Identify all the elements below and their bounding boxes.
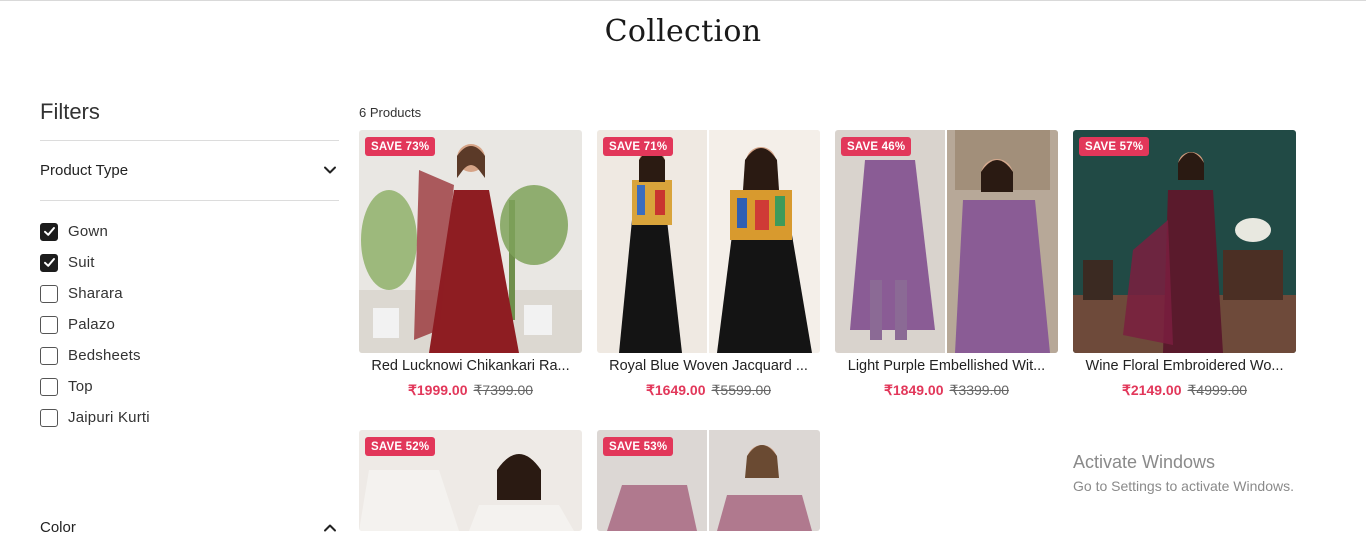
chevron-down-icon bbox=[324, 166, 336, 174]
filter-option-top[interactable]: Top bbox=[40, 371, 330, 402]
product-type-label: Product Type bbox=[40, 161, 129, 179]
check-icon bbox=[43, 258, 55, 267]
divider bbox=[40, 200, 339, 201]
product-price: ₹2149.00 ₹4999.00 bbox=[1073, 382, 1296, 399]
filter-option-suit[interactable]: Suit bbox=[40, 247, 330, 278]
product-card[interactable]: SAVE 52% bbox=[359, 430, 582, 531]
check-icon bbox=[43, 227, 55, 236]
product-card[interactable]: SAVE 53% bbox=[597, 430, 820, 531]
checkbox-checked[interactable] bbox=[40, 253, 58, 272]
filter-option-label: Gown bbox=[68, 223, 108, 240]
product-image[interactable]: SAVE 71% bbox=[597, 130, 820, 353]
filter-option-label: Palazo bbox=[68, 316, 116, 333]
product-card[interactable]: SAVE 46% Light Purple Embellished Wit...… bbox=[835, 130, 1058, 399]
filter-option-label: Sharara bbox=[68, 285, 123, 302]
filter-option-label: Jaipuri Kurti bbox=[68, 409, 150, 426]
compare-price: ₹5599.00 bbox=[711, 382, 772, 398]
compare-price: ₹4999.00 bbox=[1187, 382, 1248, 398]
chevron-up-icon bbox=[324, 524, 336, 532]
sale-price: ₹1649.00 bbox=[645, 382, 706, 398]
sale-price: ₹1849.00 bbox=[883, 382, 944, 398]
product-price: ₹1999.00 ₹7399.00 bbox=[359, 382, 582, 399]
page-title: Collection bbox=[604, 14, 762, 49]
product-title[interactable]: Wine Floral Embroidered Wo... bbox=[1073, 358, 1296, 374]
sale-price: ₹2149.00 bbox=[1121, 382, 1182, 398]
discount-badge: SAVE 53% bbox=[603, 437, 674, 456]
filter-option-gown[interactable]: Gown bbox=[40, 216, 330, 247]
color-filter-label: Color bbox=[40, 519, 76, 536]
top-border bbox=[0, 0, 1366, 1]
discount-badge: SAVE 71% bbox=[603, 137, 674, 156]
filter-option-palazo[interactable]: Palazo bbox=[40, 309, 330, 340]
color-filter-toggle[interactable]: Color bbox=[40, 519, 339, 537]
sale-price: ₹1999.00 bbox=[407, 382, 468, 398]
checkbox-checked[interactable] bbox=[40, 222, 58, 241]
filter-option-label: Suit bbox=[68, 254, 95, 271]
checkbox[interactable] bbox=[40, 408, 58, 427]
product-image[interactable]: SAVE 52% bbox=[359, 430, 582, 531]
product-count: 6 Products bbox=[359, 105, 422, 120]
product-image[interactable]: SAVE 57% bbox=[1073, 130, 1296, 353]
checkbox[interactable] bbox=[40, 346, 58, 365]
product-image[interactable]: SAVE 73% bbox=[359, 130, 582, 353]
product-title[interactable]: Red Lucknowi Chikankari Ra... bbox=[359, 358, 582, 374]
checkbox[interactable] bbox=[40, 284, 58, 303]
product-price: ₹1649.00 ₹5599.00 bbox=[597, 382, 820, 399]
discount-badge: SAVE 73% bbox=[365, 137, 436, 156]
filter-option-sharara[interactable]: Sharara bbox=[40, 278, 330, 309]
filter-option-jaipuri-kurti[interactable]: Jaipuri Kurti bbox=[40, 402, 330, 433]
product-type-toggle[interactable]: Product Type bbox=[40, 158, 339, 182]
product-title[interactable]: Light Purple Embellished Wit... bbox=[835, 358, 1058, 374]
product-title[interactable]: Royal Blue Woven Jacquard ... bbox=[597, 358, 820, 374]
watermark-title: Activate Windows bbox=[1073, 452, 1216, 472]
filter-option-bedsheets[interactable]: Bedsheets bbox=[40, 340, 330, 371]
product-card[interactable]: SAVE 73% Red Lucknowi Chikankari Ra... ₹… bbox=[359, 130, 582, 399]
watermark-subtitle: Go to Settings to activate Windows. bbox=[1073, 478, 1294, 494]
product-card[interactable]: SAVE 57% Wine Floral Embroidered Wo... ₹… bbox=[1073, 130, 1296, 399]
compare-price: ₹7399.00 bbox=[473, 382, 534, 398]
product-card[interactable]: SAVE 71% Royal Blue Woven Jacquard ... ₹… bbox=[597, 130, 820, 399]
product-type-options: Gown Suit Sharara Palazo Bedsheets Top J… bbox=[40, 216, 330, 433]
discount-badge: SAVE 52% bbox=[365, 437, 436, 456]
product-price: ₹1849.00 ₹3399.00 bbox=[835, 382, 1058, 399]
product-photo bbox=[1073, 130, 1296, 353]
product-photo bbox=[835, 130, 1058, 353]
compare-price: ₹3399.00 bbox=[949, 382, 1010, 398]
discount-badge: SAVE 46% bbox=[841, 137, 912, 156]
divider bbox=[40, 140, 339, 141]
checkbox[interactable] bbox=[40, 315, 58, 334]
discount-badge: SAVE 57% bbox=[1079, 137, 1150, 156]
windows-activation-watermark: Activate Windows Go to Settings to activ… bbox=[1073, 452, 1294, 494]
checkbox[interactable] bbox=[40, 377, 58, 396]
product-image[interactable]: SAVE 53% bbox=[597, 430, 820, 531]
product-image[interactable]: SAVE 46% bbox=[835, 130, 1058, 353]
filters-heading: Filters bbox=[40, 99, 100, 124]
filter-option-label: Bedsheets bbox=[68, 347, 141, 364]
filter-option-label: Top bbox=[68, 378, 93, 395]
product-photo bbox=[597, 130, 820, 353]
product-photo bbox=[359, 130, 582, 353]
